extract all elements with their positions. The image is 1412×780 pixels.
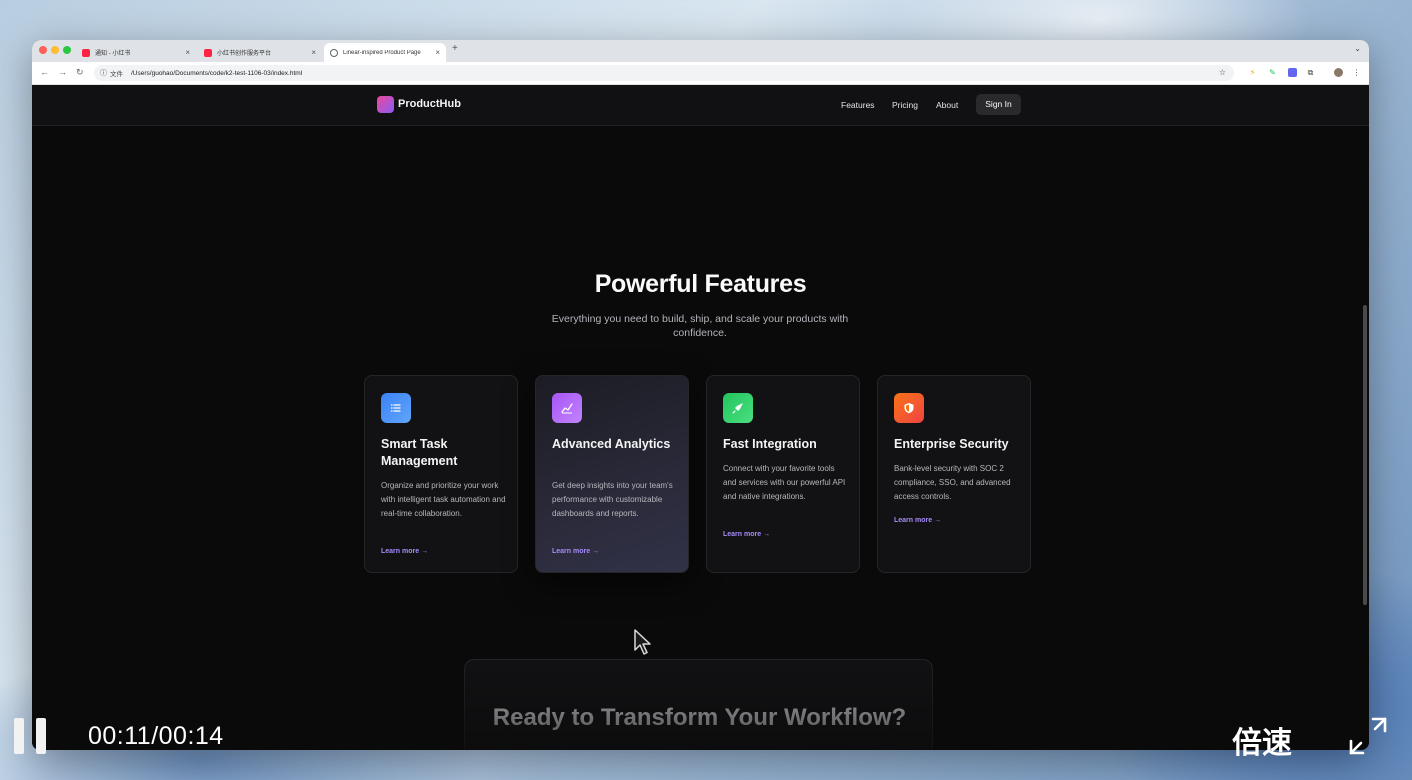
- mouse-cursor-icon: [634, 629, 651, 655]
- reload-icon[interactable]: ↻: [76, 67, 84, 78]
- site-info-icon[interactable]: ⓘ: [100, 68, 107, 78]
- card-title: Advanced Analytics: [552, 437, 671, 451]
- feature-card-analytics[interactable]: Advanced Analytics Get deep insights int…: [535, 375, 689, 573]
- minimize-window-button[interactable]: [51, 46, 59, 54]
- tab-strip: 通知 - 小红书 × 小红书创作服务平台 × Linear-inspired P…: [32, 40, 1369, 62]
- pause-button[interactable]: [14, 718, 48, 754]
- sign-in-button[interactable]: Sign In: [976, 94, 1021, 115]
- card-description: Connect with your favorite tools and ser…: [723, 464, 846, 501]
- tab-xiaohongshu-notifications[interactable]: 通知 - 小红书 ×: [76, 43, 196, 62]
- list-icon: [381, 393, 411, 423]
- xiaohongshu-favicon-icon: [82, 48, 90, 57]
- close-window-button[interactable]: [39, 46, 47, 54]
- card-description: Organize and prioritize your work with i…: [381, 481, 506, 518]
- learn-more-link[interactable]: Learn more →: [723, 531, 770, 538]
- feature-card-integration[interactable]: Fast Integration Connect with your favor…: [706, 375, 860, 573]
- close-tab-icon[interactable]: ×: [185, 48, 190, 57]
- tab-product-page[interactable]: Linear-inspired Product Page ×: [324, 43, 446, 62]
- card-title: Fast Integration: [723, 437, 817, 451]
- zoom-window-button[interactable]: [63, 46, 71, 54]
- file-scheme-label: 文件: [110, 71, 123, 78]
- site-header: ProductHub Features Pricing About Sign I…: [32, 85, 1369, 126]
- globe-icon: [330, 48, 338, 57]
- rocket-icon: [723, 393, 753, 423]
- feature-card-task-management[interactable]: Smart Task Management Organize and prior…: [364, 375, 518, 573]
- tab-title: Linear-inspired Product Page: [343, 49, 421, 56]
- cta-section: Ready to Transform Your Workflow?: [464, 659, 933, 750]
- close-tab-icon[interactable]: ×: [435, 48, 440, 57]
- browser-toolbar: ← → ↻ ⓘ 文件 /Users/guohao/Documents/code/…: [32, 62, 1369, 85]
- playback-speed-button[interactable]: 倍速: [1232, 718, 1292, 762]
- new-tab-button[interactable]: +: [452, 43, 458, 54]
- tab-search-chevron-icon[interactable]: ⌄: [1354, 44, 1361, 53]
- address-bar[interactable]: ⓘ 文件 /Users/guohao/Documents/code/k2-tes…: [94, 65, 1234, 81]
- more-menu-icon[interactable]: ⋮: [1352, 68, 1361, 77]
- extension-pen-icon[interactable]: ✎: [1268, 68, 1277, 77]
- features-subtitle: Everything you need to build, ship, and …: [551, 313, 849, 339]
- tab-title: 通知 - 小红书: [95, 51, 131, 57]
- page-scrollbar[interactable]: [1363, 305, 1367, 605]
- features-title: Powerful Features: [594, 270, 807, 298]
- forward-arrow-icon[interactable]: →: [58, 67, 67, 77]
- nav-link-features[interactable]: Features: [841, 100, 875, 110]
- nav-link-pricing[interactable]: Pricing: [892, 100, 918, 110]
- brand-name[interactable]: ProductHub: [398, 98, 461, 110]
- close-tab-icon[interactable]: ×: [311, 48, 316, 57]
- producthub-logo-icon[interactable]: [377, 96, 394, 113]
- profile-avatar[interactable]: [1334, 68, 1343, 77]
- bookmark-star-icon[interactable]: ☆: [1219, 68, 1226, 77]
- shield-icon: [894, 393, 924, 423]
- nav-link-about[interactable]: About: [936, 100, 958, 110]
- extension-square-icon[interactable]: [1288, 68, 1297, 77]
- card-title: Smart Task Management: [381, 437, 458, 468]
- card-description: Bank-level security with SOC 2 complianc…: [894, 464, 1011, 501]
- learn-more-link[interactable]: Learn more →: [894, 517, 941, 524]
- cta-title: Ready to Transform Your Workflow?: [492, 704, 907, 731]
- fullscreen-icon[interactable]: [1349, 717, 1387, 755]
- video-time: 00:11/00:14: [88, 722, 224, 750]
- tab-xiaohongshu-creator[interactable]: 小红书创作服务平台 ×: [198, 43, 322, 62]
- url-text[interactable]: /Users/guohao/Documents/code/k2-test-110…: [131, 70, 302, 77]
- tab-title: 小红书创作服务平台: [217, 51, 272, 57]
- chart-icon: [552, 393, 582, 423]
- learn-more-link[interactable]: Learn more →: [381, 548, 428, 555]
- extension-bolt-icon[interactable]: ⚡: [1248, 68, 1257, 77]
- feature-card-security[interactable]: Enterprise Security Bank-level security …: [877, 375, 1031, 573]
- xiaohongshu-favicon-icon: [204, 48, 212, 57]
- card-description: Get deep insights into your team's perfo…: [552, 481, 673, 518]
- web-page: ProductHub Features Pricing About Sign I…: [32, 85, 1369, 750]
- pause-bar-left: [14, 718, 24, 754]
- pause-bar-right: [36, 718, 46, 754]
- browser-window: 通知 - 小红书 × 小红书创作服务平台 × Linear-inspired P…: [32, 40, 1369, 750]
- learn-more-link[interactable]: Learn more →: [552, 548, 599, 555]
- card-title: Enterprise Security: [894, 437, 1009, 451]
- back-arrow-icon[interactable]: ←: [40, 67, 49, 77]
- extensions-puzzle-icon[interactable]: ⧉: [1306, 68, 1315, 77]
